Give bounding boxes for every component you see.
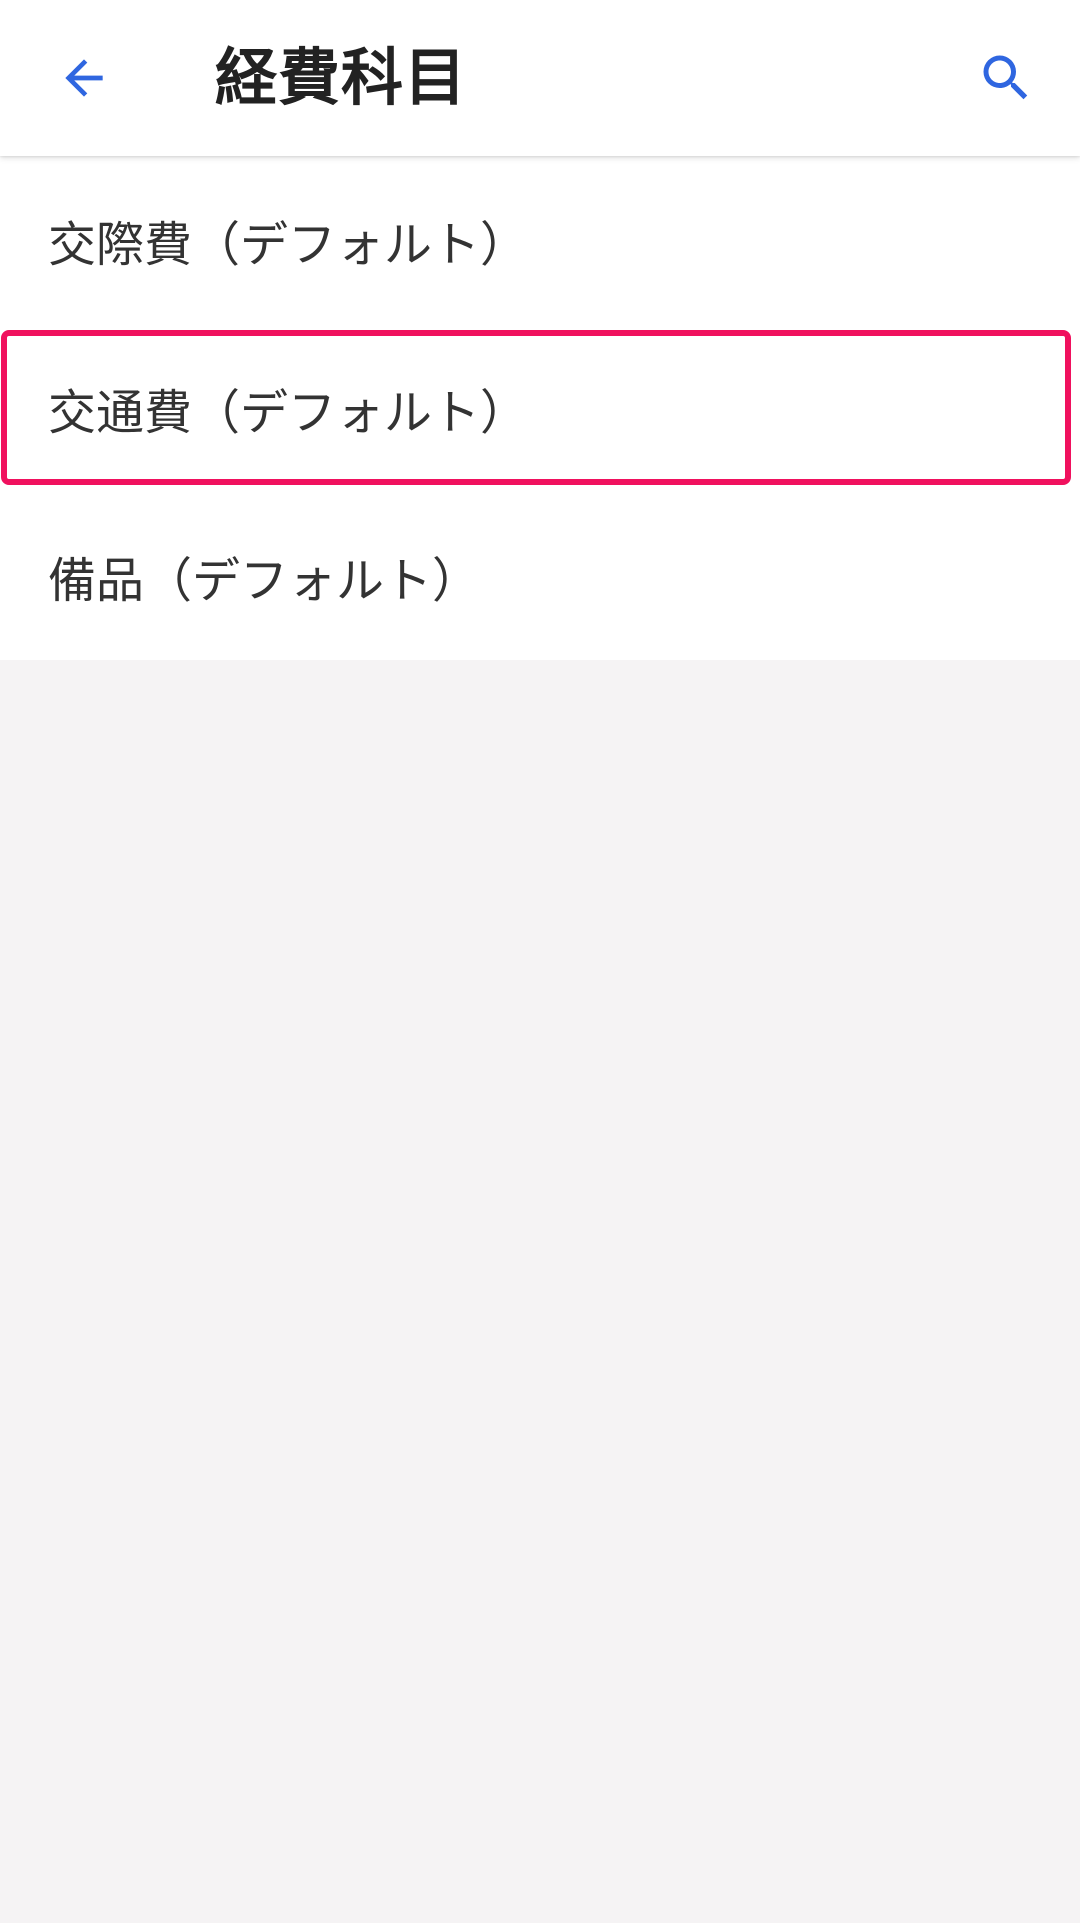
- list-item-equipment[interactable]: 備品（デフォルト）: [0, 492, 1080, 660]
- page-title: 経費科目: [215, 41, 468, 114]
- list-item-label: 交際費（デフォルト）: [48, 217, 529, 273]
- list-item-label: 交通費（デフォルト）: [48, 385, 529, 441]
- search-button[interactable]: [962, 34, 1050, 122]
- expense-category-list: 交際費（デフォルト） 交通費（デフォルト） 備品（デフォルト）: [0, 156, 1080, 660]
- list-item-label: 備品（デフォルト）: [48, 553, 481, 609]
- arrow-left-icon: [65, 59, 103, 97]
- list-item-entertainment[interactable]: 交際費（デフォルト）: [0, 156, 1080, 324]
- app-bar: 経費科目: [0, 0, 1080, 156]
- back-button[interactable]: [40, 34, 128, 122]
- search-icon: [983, 55, 1028, 100]
- list-item-transportation[interactable]: 交通費（デフォルト）: [0, 324, 1080, 492]
